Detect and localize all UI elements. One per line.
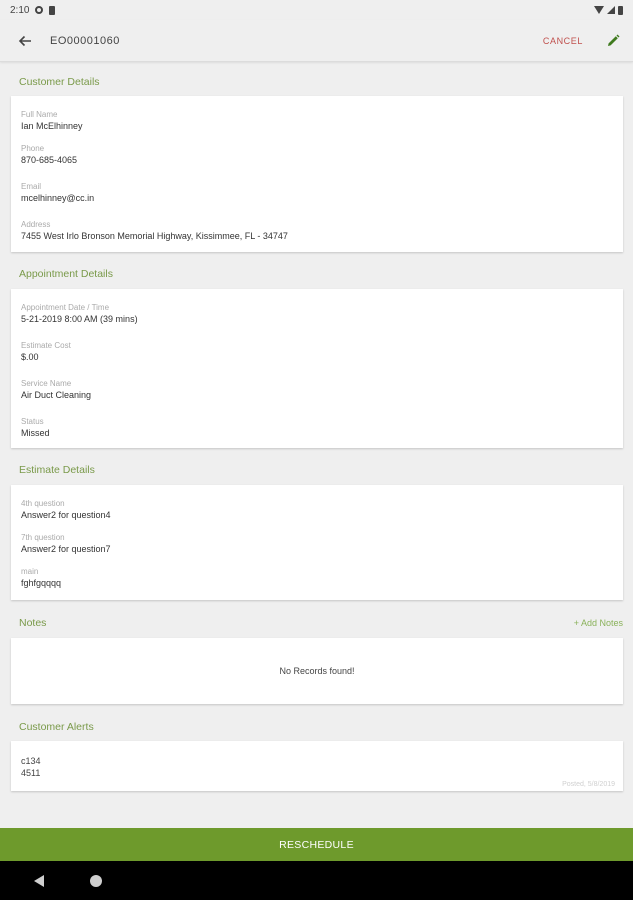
appointment-details-title: Appointment Details (19, 268, 113, 280)
field-value: 870-685-4065 (21, 155, 78, 165)
status-field: Status Missed (21, 416, 50, 439)
customer-alerts-title: Customer Alerts (19, 721, 94, 733)
alert-text: c134 (21, 756, 41, 766)
wifi-icon (594, 6, 604, 14)
field-label: Service Name (21, 379, 72, 388)
field-value: Answer2 for question7 (21, 544, 111, 554)
field-label: Email (21, 182, 42, 191)
estimate-details-title: Estimate Details (19, 464, 95, 476)
address-field[interactable]: Address 7455 West Irlo Bronson Memorial … (21, 219, 288, 242)
back-button[interactable] (0, 20, 50, 62)
no-records-text: No Records found! (279, 666, 355, 676)
customer-details-title: Customer Details (19, 76, 100, 88)
nav-home-icon[interactable] (90, 875, 102, 887)
field-label: 4th question (21, 499, 65, 508)
phone-field[interactable]: Phone 870-685-4065 (21, 143, 77, 166)
field-value: mcelhinney@cc.in (21, 193, 95, 203)
customer-alerts-card: c134 4511 Posted, 5/8/2019 (11, 741, 623, 791)
full-name-field: Full Name Ian McElhinney (21, 109, 83, 132)
appointment-details-card: Appointment Date / Time 5-21-2019 8:00 A… (11, 289, 623, 448)
field-label: 7th question (21, 533, 65, 542)
alert-text: 4511 (21, 768, 41, 778)
battery-icon (618, 5, 623, 15)
signal-icon (607, 6, 615, 14)
notes-card: No Records found! (11, 638, 623, 704)
reschedule-button[interactable]: RESCHEDULE (0, 828, 633, 861)
status-time: 2:10 (10, 4, 30, 16)
status-bar: 2:10 (0, 0, 633, 20)
cancel-button[interactable]: CANCEL (533, 30, 593, 52)
estimate-question-field: 7th question Answer2 for question7 (21, 532, 111, 555)
field-value: Answer2 for question4 (21, 510, 111, 520)
add-notes-button[interactable]: + Add Notes (574, 618, 623, 628)
nav-back-icon[interactable] (34, 875, 44, 887)
field-value: Air Duct Cleaning (21, 390, 92, 400)
field-label: Estimate Cost (21, 341, 71, 350)
field-label: Full Name (21, 110, 58, 119)
appointment-datetime-field: Appointment Date / Time 5-21-2019 8:00 A… (21, 302, 138, 325)
field-label: Address (21, 220, 51, 229)
notes-title: Notes (19, 617, 47, 629)
field-label: Phone (21, 144, 45, 153)
settings-icon (35, 6, 44, 14)
estimate-cost-field: Estimate Cost $.00 (21, 340, 71, 363)
edit-button[interactable] (593, 20, 633, 62)
posted-date: Posted, 5/8/2019 (562, 781, 615, 788)
email-field[interactable]: Email mcelhinney@cc.in (21, 181, 94, 204)
field-value: $.00 (21, 352, 39, 362)
service-name-field: Service Name Air Duct Cleaning (21, 378, 91, 401)
sd-card-icon (49, 5, 56, 15)
field-value: fghfgqqqq (21, 578, 62, 588)
page-title: EO00001060 (50, 34, 120, 47)
field-label: main (21, 567, 39, 576)
system-nav-bar (0, 861, 633, 900)
details-content[interactable]: Customer Details Full Name Ian McElhinne… (0, 63, 633, 827)
arrow-left-icon (18, 35, 31, 46)
estimate-question-field: main fghfgqqqq (21, 566, 61, 589)
estimate-question-field: 4th question Answer2 for question4 (21, 498, 111, 521)
customer-details-card: Full Name Ian McElhinney Phone 870-685-4… (11, 96, 623, 252)
field-value: 7455 West Irlo Bronson Memorial Highway,… (21, 231, 288, 241)
app-bar: EO00001060 CANCEL (0, 20, 633, 62)
field-label: Appointment Date / Time (21, 303, 110, 312)
field-value: Ian McElhinney (21, 121, 83, 131)
pencil-icon (608, 34, 620, 46)
field-value: Missed (21, 428, 50, 438)
field-value: 5-21-2019 8:00 AM (39 mins) (21, 314, 138, 324)
field-label: Status (21, 417, 44, 426)
estimate-details-card: 4th question Answer2 for question4 7th q… (11, 485, 623, 600)
